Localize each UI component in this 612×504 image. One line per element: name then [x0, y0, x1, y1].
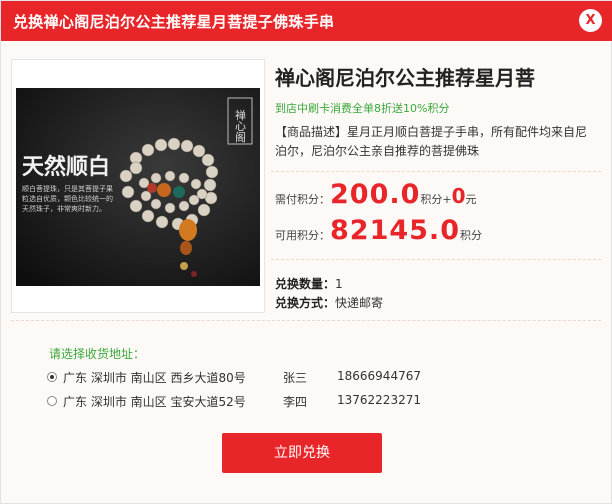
address-text: 广东 深圳市 南山区 西乡大道80号: [63, 371, 246, 385]
required-points-row: 需付积分：200.0积分+0元: [275, 179, 477, 210]
address-text: 广东 深圳市 南山区 宝安大道52号: [63, 395, 246, 409]
close-button[interactable]: X: [579, 9, 602, 32]
address-recipient: 张三: [283, 371, 308, 385]
address-phone: 18666944767: [337, 369, 421, 383]
dialog-titlebar: 兑换禅心阁尼泊尔公主推荐星月菩提子佛珠手串 X: [1, 1, 612, 41]
available-points-unit: 积分: [459, 229, 482, 242]
cash-value: 0: [451, 184, 466, 208]
close-icon: X: [585, 13, 596, 28]
product-image-frame: 禅心阁 天然顺白 顺白菩提珠，只是其菩提子果粒选自优质，颗色比较统一的天然珠子，…: [11, 59, 265, 313]
available-points-row: 可用积分：82145.0积分: [275, 215, 482, 246]
image-headline: 天然顺白: [22, 154, 110, 180]
exchange-dialog: 兑换禅心阁尼泊尔公主推荐星月菩提子佛珠手串 X 禅心阁 天然顺白 顺白菩提珠，只…: [0, 0, 612, 504]
address-recipient: 李四: [283, 395, 308, 409]
cash-unit: 元: [465, 193, 477, 206]
address-radio-1[interactable]: [47, 372, 57, 382]
address-radio-2[interactable]: [47, 396, 57, 406]
address-phone: 13762223271: [337, 393, 421, 407]
required-points-label: 需付积分：: [275, 193, 330, 206]
quantity-row: 兑换数量：1: [275, 275, 343, 292]
method-row: 兑换方式：快递邮寄: [275, 294, 383, 311]
required-points-unit: 积分: [420, 193, 443, 206]
quantity-label: 兑换数量：: [275, 277, 336, 291]
quantity-value: 1: [335, 277, 343, 291]
promo-text: 到店中刷卡消费全单8折送10%积分: [275, 102, 450, 115]
available-points-label: 可用积分：: [275, 229, 330, 242]
plus-sign: +: [442, 193, 452, 206]
address-section-title: 请选择收货地址：: [49, 347, 146, 361]
method-value: 快递邮寄: [335, 296, 384, 310]
divider: [271, 259, 601, 260]
divider: [271, 171, 601, 172]
product-card: 禅心阁 天然顺白 顺白菩提珠，只是其菩提子果粒选自优质，颗色比较统一的天然珠子，…: [11, 59, 601, 321]
image-caption: 顺白菩提珠，只是其菩提子果粒选自优质，颗色比较统一的天然珠子，非常爽时新力。: [22, 185, 113, 213]
dialog-title: 兑换禅心阁尼泊尔公主推荐星月菩提子佛珠手串: [13, 13, 335, 31]
method-label: 兑换方式：: [275, 296, 336, 310]
available-points-value: 82145.0: [330, 215, 460, 246]
product-name: 禅心阁尼泊尔公主推荐星月菩: [275, 66, 535, 90]
product-image: 禅心阁 天然顺白 顺白菩提珠，只是其菩提子果粒选自优质，颗色比较统一的天然珠子，…: [16, 88, 260, 286]
exchange-now-button[interactable]: 立即兑换: [222, 433, 382, 473]
image-seal-text: 禅心阁: [234, 108, 247, 143]
product-description: 【商品描述】星月正月顺白菩提子手串，所有配件均来自尼泊尔，尼泊尔公主亲自推荐的菩…: [275, 125, 588, 158]
required-points-value: 200.0: [330, 179, 421, 210]
